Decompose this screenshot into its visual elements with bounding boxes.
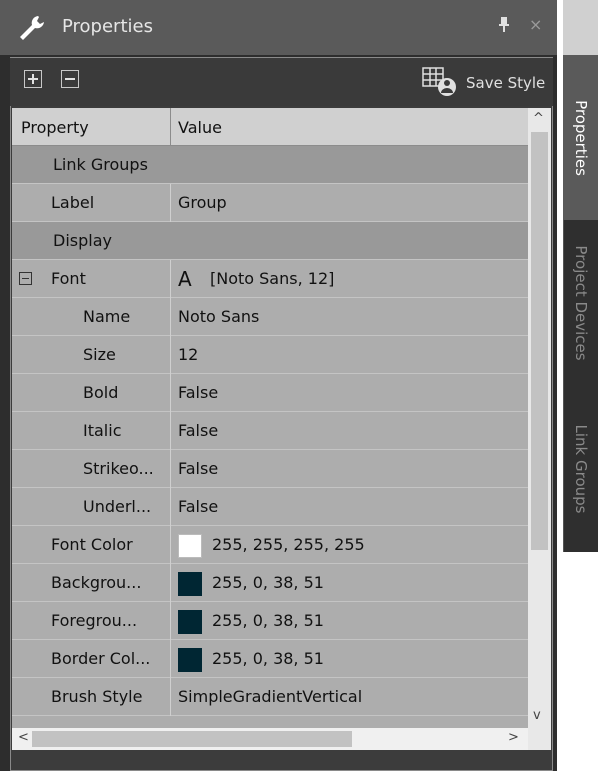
property-value[interactable]: 12 — [178, 336, 198, 374]
property-value[interactable]: False — [178, 412, 218, 450]
property-name: Backgrou... — [51, 573, 142, 592]
cell-divider — [170, 260, 171, 298]
property-row-foreground-color[interactable]: Foregrou... 255, 0, 38, 51 — [12, 602, 528, 640]
property-name: Bold — [83, 383, 119, 402]
tab-label: Properties — [571, 99, 590, 176]
tab-strip-top — [563, 0, 598, 55]
collapse-all-button[interactable] — [61, 70, 79, 88]
panel-title: Properties — [62, 16, 153, 37]
scroll-left-arrow[interactable]: < — [18, 730, 29, 745]
column-header-property[interactable]: Property — [21, 118, 89, 137]
font-icon: A — [178, 267, 192, 291]
color-swatch[interactable] — [178, 610, 202, 634]
tab-properties[interactable]: Properties — [563, 55, 598, 220]
property-row-border-color[interactable]: Border Col... 255, 0, 38, 51 — [12, 640, 528, 678]
cell-divider — [170, 640, 171, 678]
save-style-button[interactable]: Save Style — [466, 74, 545, 92]
grid-header: Property Value — [12, 108, 528, 146]
cell-divider — [170, 184, 171, 222]
cell-divider — [170, 602, 171, 640]
property-name: Foregrou... — [51, 611, 138, 630]
property-name: Name — [83, 307, 131, 326]
properties-panel: Properties × Save Style Property Value L… — [0, 0, 557, 771]
property-row-font-size[interactable]: Size 12 — [12, 336, 528, 374]
property-row-font-strikeout[interactable]: Strikeo... False — [12, 450, 528, 488]
property-row-background-color[interactable]: Backgrou... 255, 0, 38, 51 — [12, 564, 528, 602]
cell-divider — [170, 678, 171, 716]
property-value[interactable]: 255, 0, 38, 51 — [212, 564, 324, 602]
vertical-scrollbar[interactable]: ^ v — [528, 108, 551, 728]
property-row-font-color[interactable]: Font Color 255, 255, 255, 255 — [12, 526, 528, 564]
close-icon[interactable]: × — [529, 15, 542, 34]
property-name: Label — [51, 193, 95, 212]
property-row-font-name[interactable]: Name Noto Sans — [12, 298, 528, 336]
property-value[interactable]: Group — [178, 184, 227, 222]
collapse-icon[interactable] — [19, 272, 32, 285]
tab-label: Link Groups — [572, 424, 590, 514]
wrench-icon — [20, 16, 44, 40]
tab-link-groups[interactable]: Link Groups — [563, 386, 598, 552]
property-row-label[interactable]: Label Group — [12, 184, 528, 222]
property-value[interactable]: False — [178, 488, 218, 526]
property-value[interactable]: SimpleGradientVertical — [178, 678, 362, 716]
cell-divider — [170, 374, 171, 412]
scroll-right-arrow[interactable]: > — [508, 730, 519, 745]
scroll-up-arrow[interactable]: ^ — [533, 111, 544, 126]
property-name: Strikeo... — [83, 459, 154, 478]
scroll-corner — [528, 728, 551, 750]
color-swatch[interactable] — [178, 648, 202, 672]
vertical-scroll-thumb[interactable] — [531, 132, 548, 550]
column-divider[interactable] — [170, 108, 171, 146]
property-row-font-bold[interactable]: Bold False — [12, 374, 528, 412]
property-value[interactable]: False — [178, 374, 218, 412]
color-swatch[interactable] — [178, 572, 202, 596]
property-value[interactable]: 255, 0, 38, 51 — [212, 602, 324, 640]
property-row-brush-style[interactable]: Brush Style SimpleGradientVertical — [12, 678, 528, 716]
cell-divider — [170, 526, 171, 564]
property-grid: Property Value Link Groups Label Group D… — [12, 108, 528, 728]
cell-divider — [170, 450, 171, 488]
horizontal-scrollbar[interactable]: < > — [12, 728, 528, 750]
property-value[interactable]: Noto Sans — [178, 298, 259, 336]
category-row-display[interactable]: Display — [12, 222, 528, 260]
property-value[interactable]: 255, 0, 38, 51 — [212, 640, 324, 678]
property-value[interactable]: 255, 255, 255, 255 — [212, 526, 365, 564]
scroll-down-arrow[interactable]: v — [533, 708, 541, 723]
cell-divider — [170, 564, 171, 602]
category-row-link-groups[interactable]: Link Groups — [12, 146, 528, 184]
property-row-font-underline[interactable]: Underl... False — [12, 488, 528, 526]
horizontal-scroll-thumb[interactable] — [32, 731, 352, 747]
property-row-font[interactable]: Font A [Noto Sans, 12] — [12, 260, 528, 298]
color-swatch[interactable] — [178, 534, 202, 558]
property-value[interactable]: False — [178, 450, 218, 488]
properties-toolbar: Save Style — [10, 58, 553, 106]
pin-icon[interactable] — [499, 17, 509, 37]
property-name: Font — [51, 269, 86, 288]
cell-divider — [170, 336, 171, 374]
category-label: Display — [53, 231, 112, 250]
cell-divider — [170, 298, 171, 336]
save-style-icon — [422, 67, 456, 96]
expand-all-button[interactable] — [24, 70, 42, 88]
property-row-font-italic[interactable]: Italic False — [12, 412, 528, 450]
panel-titlebar: Properties × — [0, 0, 557, 55]
cell-divider — [170, 488, 171, 526]
property-name: Italic — [83, 421, 122, 440]
tab-label: Project Devices — [572, 245, 590, 361]
property-name: Brush Style — [51, 687, 143, 706]
property-row-partial[interactable] — [12, 716, 528, 728]
property-name: Font Color — [51, 535, 133, 554]
category-label: Link Groups — [53, 155, 148, 174]
property-name: Size — [83, 345, 116, 364]
property-name: Border Col... — [51, 649, 151, 668]
column-header-value[interactable]: Value — [178, 118, 222, 137]
tab-project-devices[interactable]: Project Devices — [563, 220, 598, 386]
property-value[interactable]: [Noto Sans, 12] — [210, 260, 334, 298]
property-name: Underl... — [83, 497, 152, 516]
cell-divider — [170, 412, 171, 450]
